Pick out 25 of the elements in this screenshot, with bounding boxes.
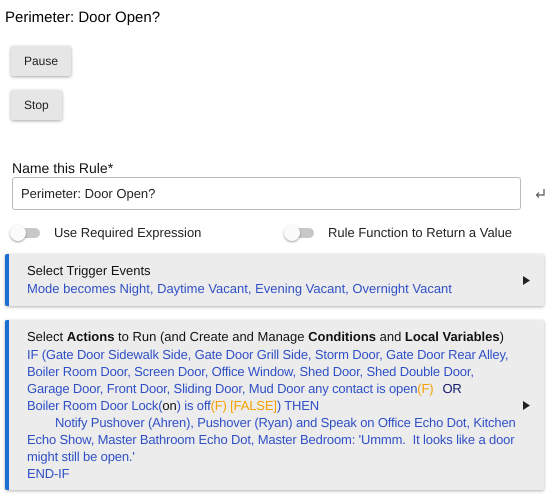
rule-line: Garage Door, Front Door, Sliding Door, Mud Door any contact is open(F) OR bbox=[27, 380, 463, 397]
page-title: Perimeter: Door Open? bbox=[5, 9, 160, 26]
rule-line: Boiler Room Door Lock(on) is off(F) [FALSE]) THEN bbox=[27, 397, 320, 414]
toggle-switch[interactable] bbox=[286, 228, 314, 238]
action-button[interactable]: Stop bbox=[11, 90, 62, 120]
section-title: Select Trigger Events bbox=[27, 262, 152, 280]
toggle-switch[interactable] bbox=[12, 228, 40, 238]
toggle-label: Rule Function to Return a Value bbox=[328, 225, 512, 240]
action-button[interactable]: Pause bbox=[11, 46, 72, 76]
rule-line: Echo Show, Master Bathroom Echo Dot, Master Bedroom: 'Ummm. It looks like a door bbox=[27, 431, 516, 448]
section-card[interactable] bbox=[5, 320, 544, 490]
section-title: Select Actions to Run (and Create and Manage Conditions and Local Variables) bbox=[27, 328, 505, 346]
rule-line: IF (Gate Door Sidewalk Side, Gate Door Grill Side, Storm Door, Gate Door Rear Alley, bbox=[27, 346, 510, 363]
rule-line: Boiler Room Door, Screen Door, Office Window, Shed Door, Shed Double Door, bbox=[27, 363, 475, 380]
expand-arrow-icon bbox=[523, 276, 530, 284]
rule-line: Notify Pushover (Ahren), Pushover (Ryan) and Speak on Office Echo Dot, Kitchen bbox=[54, 414, 517, 431]
section-summary: Mode becomes Night, Daytime Vacant, Evening Vacant, Overnight Vacant bbox=[27, 280, 453, 298]
return-icon[interactable] bbox=[534, 188, 546, 200]
rule-line: END-IF bbox=[27, 465, 70, 482]
field-label: Name this Rule* bbox=[12, 160, 114, 176]
expand-arrow-icon bbox=[523, 400, 530, 410]
rule-line: might still be open.' bbox=[27, 448, 136, 465]
section-card[interactable]: Select Trigger Events Mode becomes Night, Daytime Vacant, Evening Vacant, Overnight Vacant bbox=[5, 254, 544, 306]
toggle-label: Use Required Expression bbox=[54, 225, 202, 240]
input-field[interactable]: Perimeter: Door Open? bbox=[12, 177, 521, 210]
